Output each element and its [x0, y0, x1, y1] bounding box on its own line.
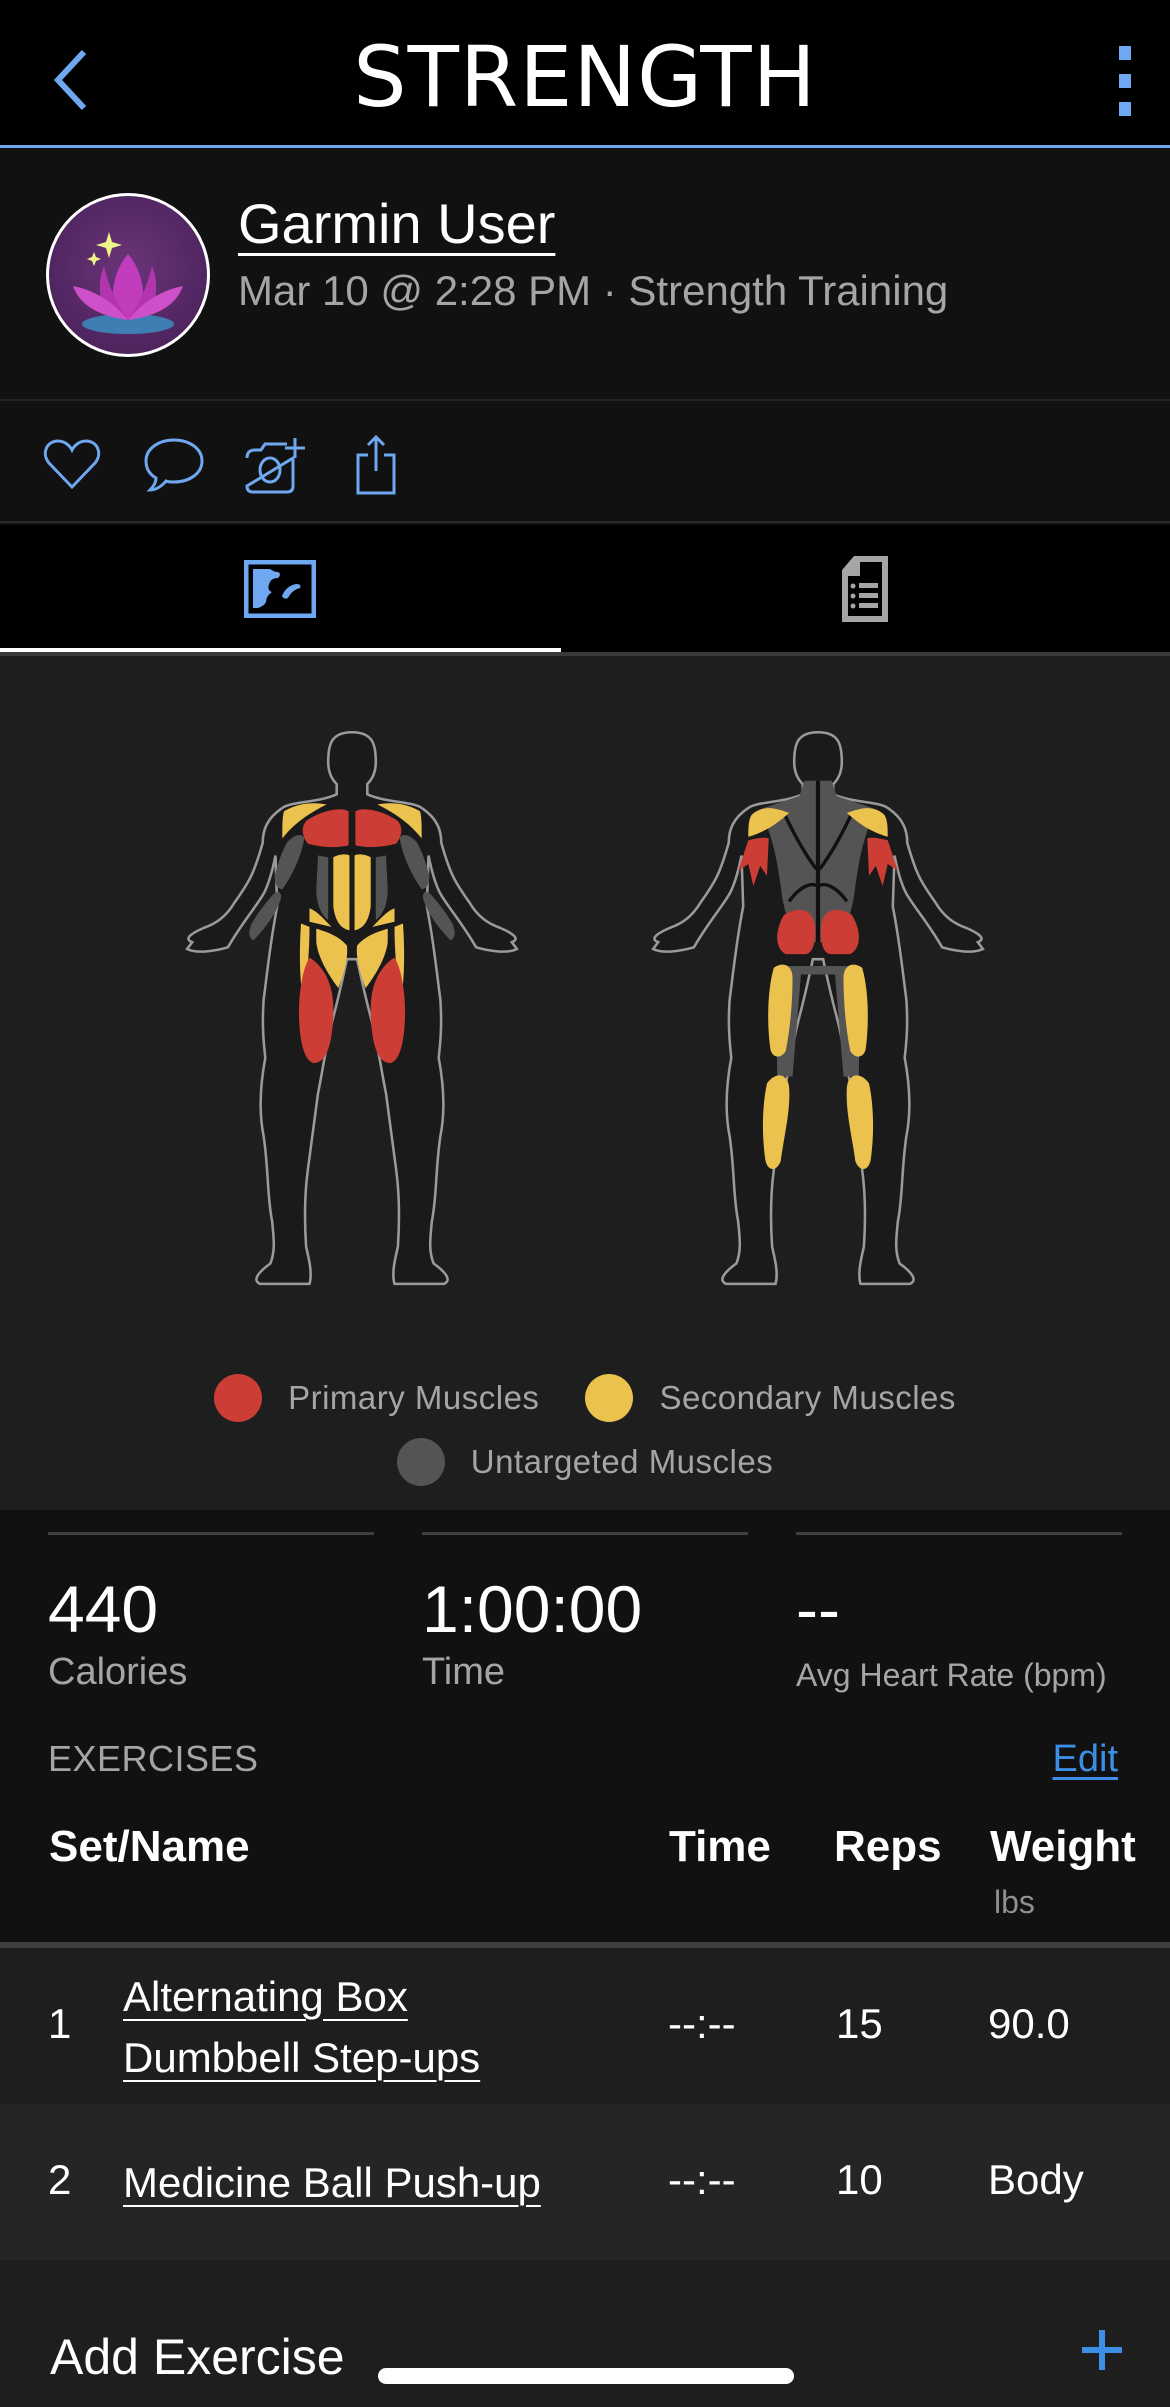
heart-rate-label: Avg Heart Rate (bpm): [796, 1657, 1107, 1693]
share-icon: [356, 435, 396, 495]
exercise-name-link[interactable]: Medicine Ball Push-up: [123, 2152, 541, 2213]
comment-button[interactable]: [142, 433, 206, 497]
stat-time: 1:00:00 Time: [422, 1532, 748, 1694]
activity-header: Garmin User Mar 10 @ 2:28 PM · Strength …: [0, 151, 1170, 401]
time-value: 1:00:00: [422, 1572, 643, 1646]
set-number: 1: [48, 2000, 72, 2047]
legend-primary: Primary Muscles: [214, 1374, 539, 1422]
share-button[interactable]: [344, 433, 408, 497]
activity-date-type: Mar 10 @ 2:28 PM · Strength Training: [238, 267, 949, 314]
time-label: Time: [422, 1651, 506, 1693]
secondary-color-dot: [585, 1374, 634, 1422]
set-number: 2: [48, 2156, 72, 2203]
legend-secondary: Secondary Muscles: [585, 1374, 955, 1422]
heart-rate-value: --: [796, 1572, 840, 1646]
primary-color-dot: [214, 1374, 263, 1422]
camera-plus-icon: [245, 438, 305, 494]
top-bar: STRENGTH: [0, 0, 1170, 148]
exercises-section-title: EXERCISES: [48, 1738, 259, 1779]
weight-unit: lbs: [994, 1884, 1035, 1920]
exercise-reps: 15: [836, 2000, 883, 2047]
exercise-name-link[interactable]: Alternating Box Dumbbell Step-ups: [123, 1966, 480, 2088]
tab-muscle-map[interactable]: [0, 525, 560, 653]
stat-divider: [422, 1532, 748, 1535]
stat-divider: [796, 1532, 1122, 1535]
calories-label: Calories: [48, 1651, 188, 1693]
plus-icon[interactable]: [1082, 2330, 1122, 2370]
column-weight: Weight: [990, 1822, 1136, 1871]
like-button[interactable]: [40, 433, 104, 497]
body-front-figure: [185, 730, 519, 1286]
action-bar: [0, 403, 1170, 523]
legend-secondary-label: Secondary Muscles: [659, 1379, 956, 1416]
comment-icon: [144, 438, 204, 492]
muscle-map-panel: Primary Muscles Secondary Muscles Untarg…: [0, 656, 1170, 1510]
exercise-row[interactable]: 1 Alternating Box Dumbbell Step-ups --:-…: [0, 1948, 1170, 2104]
stat-calories: 440 Calories: [48, 1532, 374, 1694]
legend-untargeted: Untargeted Muscles: [396, 1438, 774, 1486]
tab-details[interactable]: [560, 525, 1170, 653]
exercise-weight: Body: [988, 2156, 1084, 2203]
exercise-reps: 10: [836, 2156, 883, 2203]
legend-untargeted-label: Untargeted Muscles: [470, 1443, 774, 1480]
view-tabs: [0, 525, 1170, 653]
calories-value: 440: [48, 1572, 159, 1646]
more-options-button[interactable]: [1110, 46, 1140, 116]
muscle-legend: Primary Muscles Secondary Muscles Untarg…: [0, 1366, 1170, 1494]
exercise-row[interactable]: 2 Medicine Ball Push-up --:-- 10 Body: [0, 2104, 1170, 2260]
stat-heart-rate: -- Avg Heart Rate (bpm): [796, 1532, 1122, 1694]
untargeted-color-dot: [396, 1438, 445, 1486]
document-list-icon: [842, 556, 888, 622]
lotus-avatar-icon: [73, 232, 183, 334]
avatar[interactable]: [46, 193, 210, 357]
body-back-figure: [651, 730, 985, 1286]
column-time: Time: [669, 1822, 771, 1871]
body-outline-front: [185, 730, 519, 1286]
exercise-table-header: Set/Name Time Reps Weight lbs: [0, 1822, 1170, 1942]
legend-primary-label: Primary Muscles: [288, 1379, 540, 1416]
add-exercise-button[interactable]: Add Exercise: [0, 2260, 1170, 2407]
home-indicator: [378, 2368, 794, 2384]
exercise-time: --:--: [668, 2156, 736, 2203]
exercise-time: --:--: [668, 2000, 736, 2047]
page-title: STRENGTH: [353, 28, 817, 126]
column-reps: Reps: [834, 1822, 942, 1871]
more-vertical-icon: [1119, 46, 1131, 60]
muscle-map-icon: [244, 560, 316, 618]
column-set-name: Set/Name: [49, 1822, 250, 1871]
user-name-link[interactable]: Garmin User: [238, 191, 555, 256]
edit-exercises-link[interactable]: Edit: [1053, 1738, 1118, 1781]
stat-divider: [48, 1532, 374, 1535]
add-exercise-label: Add Exercise: [50, 2329, 345, 2385]
exercises-header: EXERCISES Edit: [48, 1738, 1118, 1788]
exercise-weight: 90.0: [988, 2000, 1070, 2047]
add-photo-button[interactable]: [242, 433, 306, 497]
heart-icon: [43, 439, 101, 490]
